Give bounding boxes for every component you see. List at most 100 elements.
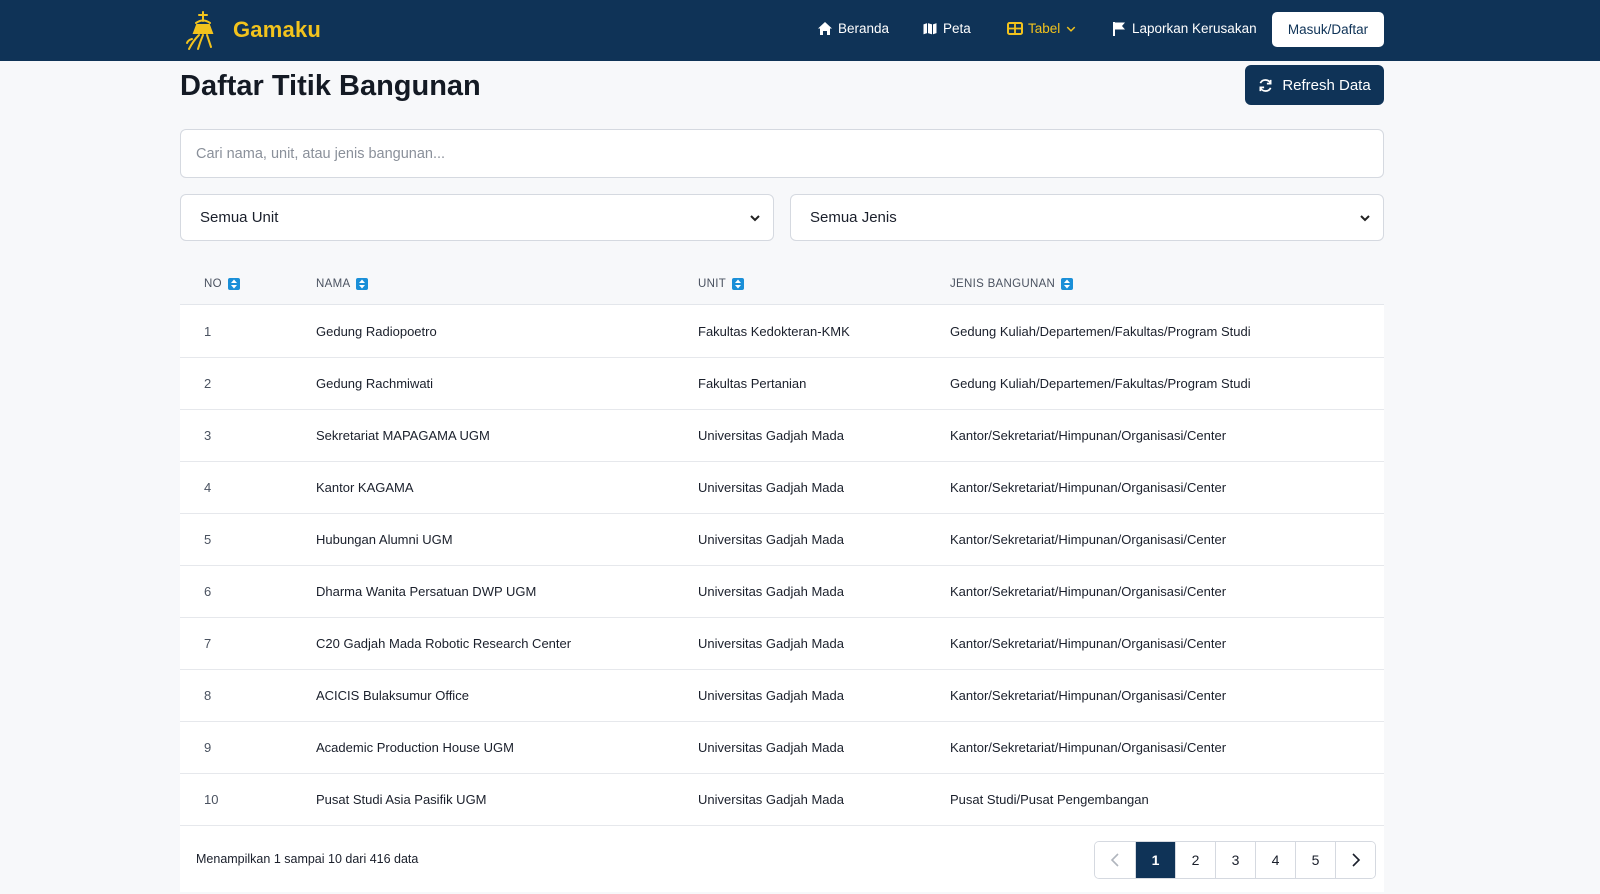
login-button[interactable]: Masuk/Daftar (1272, 12, 1384, 47)
refresh-button[interactable]: Refresh Data (1245, 65, 1384, 105)
nav-peta[interactable]: Peta (922, 21, 971, 36)
pagination: 1 2 3 4 5 (1094, 841, 1376, 879)
flag-icon (1113, 22, 1125, 36)
table-row[interactable]: 7 C20 Gadjah Mada Robotic Research Cente… (180, 618, 1384, 670)
column-header-nama[interactable]: NAMA (316, 278, 369, 290)
cell-jenis: Kantor/Sekretariat/Himpunan/Organisasi/C… (950, 480, 1227, 495)
cell-nama: ACICIS Bulaksumur Office (316, 688, 469, 703)
cell-jenis: Gedung Kuliah/Departemen/Fakultas/Progra… (950, 324, 1251, 339)
column-header-no-label: NO (204, 278, 222, 290)
nav-tabel[interactable]: Tabel (1007, 21, 1077, 36)
cell-no: 6 (204, 584, 212, 599)
table-header: NO NAMA UNIT JENIS BANGUNAN (180, 263, 1384, 305)
jenis-filter-value: Semua Jenis (810, 209, 897, 226)
cell-no: 9 (204, 740, 212, 755)
page-button-1[interactable]: 1 (1135, 842, 1175, 878)
unit-filter-value: Semua Unit (200, 209, 279, 226)
cell-jenis: Kantor/Sekretariat/Himpunan/Organisasi/C… (950, 584, 1227, 599)
cell-unit: Fakultas Pertanian (698, 376, 807, 391)
cell-nama: Pusat Studi Asia Pasifik UGM (316, 792, 487, 807)
cell-nama: Hubungan Alumni UGM (316, 532, 453, 547)
ugm-logo-icon (186, 11, 214, 50)
navbar: Gamaku Beranda Peta Tabel Laporkan Kerus… (0, 0, 1600, 61)
cell-no: 10 (204, 792, 219, 807)
home-icon (818, 22, 832, 35)
column-header-unit[interactable]: UNIT (698, 278, 745, 290)
sort-icon[interactable] (227, 278, 240, 290)
cell-jenis: Gedung Kuliah/Departemen/Fakultas/Progra… (950, 376, 1251, 391)
cell-no: 3 (204, 428, 212, 443)
table-row[interactable]: 6 Dharma Wanita Persatuan DWP UGM Univer… (180, 566, 1384, 618)
cell-unit: Fakultas Kedokteran-KMK (698, 324, 850, 339)
cell-jenis: Pusat Studi/Pusat Pengembangan (950, 792, 1149, 807)
search-input[interactable] (180, 129, 1384, 178)
cell-jenis: Kantor/Sekretariat/Himpunan/Organisasi/C… (950, 740, 1227, 755)
page-title: Daftar Titik Bangunan (180, 70, 481, 102)
table-row[interactable]: 1 Gedung Radiopoetro Fakultas Kedokteran… (180, 306, 1384, 358)
refresh-label: Refresh Data (1282, 76, 1371, 94)
cell-unit: Universitas Gadjah Mada (698, 688, 844, 703)
chevron-left-icon (1110, 853, 1119, 867)
table-summary: Menampilkan 1 sampai 10 dari 416 data (196, 852, 419, 866)
prev-page-button[interactable] (1095, 842, 1135, 878)
chevron-down-icon (750, 215, 760, 222)
cell-unit: Universitas Gadjah Mada (698, 584, 844, 599)
table-row[interactable]: 3 Sekretariat MAPAGAMA UGM Universitas G… (180, 410, 1384, 462)
cell-unit: Universitas Gadjah Mada (698, 792, 844, 807)
cell-no: 5 (204, 532, 212, 547)
nav-beranda-label: Beranda (838, 21, 890, 36)
nav-laporkan-label: Laporkan Kerusakan (1132, 21, 1257, 36)
cell-unit: Universitas Gadjah Mada (698, 428, 844, 443)
cell-unit: Universitas Gadjah Mada (698, 480, 844, 495)
map-icon (922, 21, 938, 36)
cell-nama: Sekretariat MAPAGAMA UGM (316, 428, 490, 443)
table-row[interactable]: 2 Gedung Rachmiwati Fakultas Pertanian G… (180, 358, 1384, 410)
unit-filter-select[interactable]: Semua Unit (180, 194, 774, 241)
table-row[interactable]: 8 ACICIS Bulaksumur Office Universitas G… (180, 670, 1384, 722)
cell-jenis: Kantor/Sekretariat/Himpunan/Organisasi/C… (950, 636, 1227, 651)
brand[interactable]: Gamaku (185, 9, 321, 51)
cell-unit: Universitas Gadjah Mada (698, 740, 844, 755)
table-row[interactable]: 10 Pusat Studi Asia Pasifik UGM Universi… (180, 774, 1384, 826)
table-icon (1007, 22, 1023, 35)
cell-jenis: Kantor/Sekretariat/Himpunan/Organisasi/C… (950, 688, 1227, 703)
cell-no: 1 (204, 324, 212, 339)
cell-nama: Dharma Wanita Persatuan DWP UGM (316, 584, 537, 599)
sort-icon[interactable] (1061, 278, 1074, 290)
sort-icon[interactable] (732, 278, 745, 290)
cell-no: 7 (204, 636, 212, 651)
chevron-down-icon (1360, 215, 1370, 222)
jenis-filter-select[interactable]: Semua Jenis (790, 194, 1384, 241)
cell-nama: Academic Production House UGM (316, 740, 514, 755)
page-button-2[interactable]: 2 (1175, 842, 1215, 878)
page-button-3[interactable]: 3 (1215, 842, 1255, 878)
cell-nama: C20 Gadjah Mada Robotic Research Center (316, 636, 572, 651)
nav-peta-label: Peta (943, 21, 971, 36)
next-page-button[interactable] (1335, 842, 1375, 878)
cell-nama: Gedung Rachmiwati (316, 376, 434, 391)
cell-jenis: Kantor/Sekretariat/Himpunan/Organisasi/C… (950, 428, 1227, 443)
nav-tabel-label: Tabel (1028, 21, 1061, 36)
brand-name: Gamaku (233, 17, 322, 42)
cell-unit: Universitas Gadjah Mada (698, 636, 844, 651)
chevron-down-icon (1067, 26, 1076, 32)
column-header-jenis[interactable]: JENIS BANGUNAN (950, 278, 1074, 290)
cell-jenis: Kantor/Sekretariat/Himpunan/Organisasi/C… (950, 532, 1227, 547)
table-row[interactable]: 4 Kantor KAGAMA Universitas Gadjah Mada … (180, 462, 1384, 514)
cell-nama: Kantor KAGAMA (316, 480, 414, 495)
column-header-no[interactable]: NO (204, 278, 240, 290)
page-button-4[interactable]: 4 (1255, 842, 1295, 878)
column-header-nama-label: NAMA (316, 278, 351, 290)
table-row[interactable]: 5 Hubungan Alumni UGM Universitas Gadjah… (180, 514, 1384, 566)
sort-icon[interactable] (356, 278, 369, 290)
nav-beranda[interactable]: Beranda (817, 21, 889, 36)
buildings-table: NO NAMA UNIT JENIS BANGUNAN 1 Gedung Rad… (180, 263, 1384, 892)
cell-no: 8 (204, 688, 212, 703)
chevron-right-icon (1351, 853, 1360, 867)
nav-laporkan[interactable]: Laporkan Kerusakan (1111, 21, 1257, 36)
column-header-unit-label: UNIT (698, 278, 727, 290)
cell-no: 4 (204, 480, 212, 495)
table-row[interactable]: 9 Academic Production House UGM Universi… (180, 722, 1384, 774)
cell-nama: Gedung Radiopoetro (316, 324, 437, 339)
page-button-5[interactable]: 5 (1295, 842, 1335, 878)
